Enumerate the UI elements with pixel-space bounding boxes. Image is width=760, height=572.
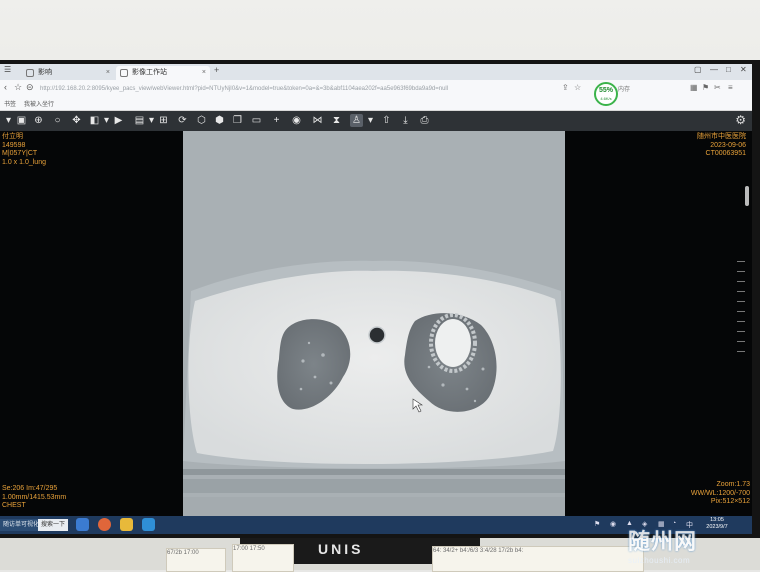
cube-icon[interactable]: ⬡ (195, 114, 208, 127)
overlay-top-left: 付立明 149598 M|057Y|CT 1.0 x 1.0_lung (2, 133, 46, 167)
search-icon[interactable]: ○ (51, 114, 64, 127)
browser-tab-strip: ☰ 影响 × 影像工作站 × + ▢ — □ ✕ (0, 64, 752, 80)
url-field[interactable]: http://192.168.20.2:8095/kyee_pacs_view/… (40, 83, 560, 95)
extensions-icon[interactable]: ▦ (690, 83, 698, 92)
tab-favicon-icon (120, 69, 128, 77)
tile-icon[interactable]: ⊞ (157, 114, 170, 127)
perf-speed: 4.6K/s (600, 96, 612, 101)
sticky-note: 67/2b 17:00 (166, 548, 226, 572)
zoom-icon[interactable]: ⊕ (32, 114, 45, 127)
slice-ruler (737, 261, 745, 361)
bookmark-item[interactable]: 书签 (4, 99, 16, 108)
user-dropdown-icon[interactable]: ▾ (364, 114, 377, 127)
print-icon[interactable]: ⎙ (418, 114, 431, 127)
address-bar: ‹ ☆ ⊝ http://192.168.20.2:8095/kyee_pacs… (0, 80, 752, 106)
taskbar-task[interactable]: 随访单可视化 (0, 519, 43, 531)
settings-icon[interactable]: ⚙ (735, 113, 746, 127)
ct-scan-image[interactable] (183, 131, 565, 516)
clock-date: 2023/9/7 (706, 524, 728, 530)
tab-favicon-icon (26, 69, 34, 77)
tab-close-icon[interactable]: × (202, 66, 206, 80)
bookmark-item[interactable]: 我被入坐行 (24, 99, 54, 108)
perf-percent: 55% (598, 87, 613, 94)
tab-label: 影像工作站 (132, 69, 167, 76)
play-icon[interactable]: ▶ (112, 114, 125, 127)
accession-number: CT00063951 (705, 150, 746, 157)
perf-label: 内存 (618, 87, 631, 93)
series-image-index: Se:206 Im:47/295 (2, 485, 58, 492)
sort-icon[interactable]: ⧗ (330, 114, 343, 127)
viewer-toolbar: ▾ ▣ ⊕ ○ ✥ ◧ ▾ ▶ ▤ ▾ ⊞ ⟳ ⬡ ⬢ ❐ ▭ + ◉ ⋈ ⧗ … (0, 111, 752, 131)
crosshair-icon[interactable]: ⟳ (176, 114, 189, 127)
watermark-title: 随州网 (628, 529, 698, 554)
share-icon[interactable]: ⇪ (562, 83, 569, 92)
overlay-top-right: 随州市中医医院 2023-09-06 CT00063951 (697, 133, 746, 159)
app-icon-pc[interactable] (76, 518, 89, 531)
watermark-domain: suizhoushi.com (628, 556, 691, 565)
window-level: WW/WL:1200/-700 (690, 489, 750, 497)
tray-icon[interactable]: ⚑ (594, 520, 600, 528)
hospital-name: 随州市中医医院 (697, 133, 746, 140)
sticky-note: 17:00 17:50 (232, 544, 294, 572)
window-close-icon[interactable]: ✕ (740, 65, 747, 74)
overlay-bottom-right: Zoom:1.73 WW/WL:1200/-700 Pix:512×512 (691, 481, 750, 507)
window-maximize-icon[interactable]: □ (726, 65, 731, 74)
image-icon[interactable]: ▭ (250, 114, 263, 127)
taskbar-search[interactable]: 搜索一下 (38, 519, 69, 531)
color-icon[interactable]: ◉ (290, 114, 303, 127)
app-icon-folder[interactable] (120, 518, 133, 531)
flip-icon[interactable]: ⋈ (311, 114, 324, 127)
overlay-bottom-left: Se:206 Im:47/295 1.00mm/1415.53mm CHEST (2, 485, 66, 511)
bookmarks-bar: 书签 我被入坐行 (0, 98, 752, 111)
layers-icon[interactable]: ⬢ (213, 114, 226, 127)
viewer-scrollbar[interactable] (745, 186, 749, 206)
app-icon-browser[interactable] (98, 518, 111, 531)
patient-name: 付立明 (2, 133, 23, 140)
new-tab-button[interactable]: + (214, 65, 219, 75)
monitor-brand: UNIS (318, 541, 364, 557)
window-menu-icon[interactable]: ☰ (4, 65, 11, 74)
patient-info: M|057Y|CT (2, 150, 38, 157)
watermark: 随州网 suizhoushi.com (628, 524, 697, 565)
lock-icon: ⊝ (26, 82, 34, 92)
back-icon[interactable]: ‹ (4, 82, 7, 92)
tab-label: 影响 (38, 69, 52, 76)
copy-icon[interactable]: ❐ (231, 114, 244, 127)
browser-menu-icon[interactable]: ≡ (728, 83, 733, 92)
pixel-matrix: Pix:512×512 (710, 498, 750, 505)
zoom-level: Zoom:1.73 (716, 481, 750, 488)
series-description: 1.0 x 1.0_lung (2, 158, 46, 166)
tools-icon[interactable]: ✂ (714, 83, 721, 92)
patient-id: 149598 (2, 141, 26, 149)
tab-images[interactable]: 影响 × (22, 66, 114, 80)
translate-icon[interactable]: ⚑ (702, 83, 709, 92)
clock-time: 13:05 (710, 517, 724, 523)
favorite-icon[interactable]: ☆ (14, 82, 22, 93)
bookmark-star-icon[interactable]: ☆ (574, 83, 581, 92)
body-part: CHEST (2, 502, 26, 509)
study-date: 2023-09-06 (710, 141, 746, 149)
layout-icon[interactable]: ▣ (15, 114, 28, 127)
window-minimize-icon[interactable]: — (710, 65, 718, 74)
plus-icon[interactable]: + (270, 114, 283, 127)
user-icon[interactable]: ♙ (350, 114, 363, 127)
download-icon[interactable]: ⤓ (399, 114, 412, 127)
ct-viewer[interactable]: A (0, 131, 752, 516)
app-icon-workstation[interactable] (142, 518, 155, 531)
menu-icon[interactable]: ▾ (2, 114, 15, 127)
performance-badge[interactable]: 55% 4.6K/s (594, 82, 618, 106)
screen: ☰ 影响 × 影像工作站 × + ▢ — □ ✕ ‹ ☆ ⊝ http://19… (0, 64, 752, 534)
slice-thickness: 1.00mm/1415.53mm (2, 493, 67, 501)
export-icon[interactable]: ⇧ (380, 114, 393, 127)
tab-close-icon[interactable]: × (106, 66, 110, 80)
pan-icon[interactable]: ✥ (70, 114, 83, 127)
taskbar-clock[interactable]: 13:05 2023/9/7 (698, 517, 736, 531)
tray-icon[interactable]: ◉ (610, 520, 616, 528)
tab-imaging-workstation[interactable]: 影像工作站 × (116, 66, 210, 80)
window-restore-icon[interactable]: ▢ (694, 65, 702, 74)
paper-note: 64: 34/2+ b4:/6/3 3:4/28 17/2b b4: (432, 546, 644, 572)
